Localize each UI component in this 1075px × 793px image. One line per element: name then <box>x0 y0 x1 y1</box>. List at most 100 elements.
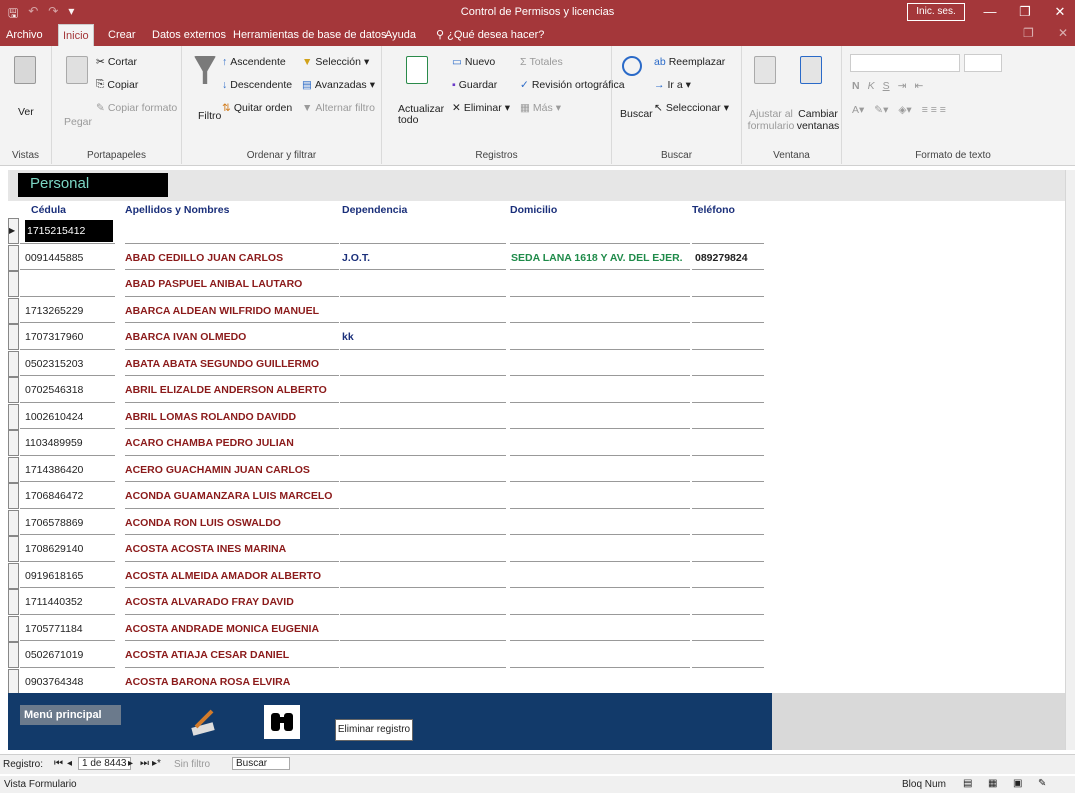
field-domicilio[interactable]: SEDA LANA 1618 Y AV. DEL EJER. <box>511 247 695 269</box>
field-nombres[interactable]: ACONDA GUAMANZARA LUIS MARCELO <box>125 485 337 507</box>
reemplazar-button[interactable]: ab Reemplazar <box>654 56 725 68</box>
last-record-icon[interactable]: ⏭ <box>140 758 149 769</box>
field-dependencia[interactable]: kk <box>342 326 502 348</box>
field-dependencia[interactable] <box>342 220 502 242</box>
eliminar-button[interactable]: ✕ Eliminar ▾ <box>452 102 510 114</box>
eliminar-registro-button[interactable]: Eliminar registro <box>335 719 413 741</box>
field-domicilio[interactable] <box>511 379 695 401</box>
quitar-orden-button[interactable]: ⇅ Quitar orden <box>222 102 292 114</box>
field-nombres[interactable]: ACOSTA BARONA ROSA ELVIRA <box>125 671 337 693</box>
edit-record-icon[interactable] <box>186 705 222 739</box>
field-cedula[interactable]: 1706846472 <box>25 485 113 507</box>
record-selector[interactable] <box>8 562 19 589</box>
tab-crear[interactable]: Crear <box>104 24 140 46</box>
record-row[interactable]: 1713265229 ABARCA ALDEAN WILFRIDO MANUEL <box>0 297 1075 325</box>
field-cedula[interactable]: 0702546318 <box>25 379 113 401</box>
record-row[interactable]: 1706846472 ACONDA GUAMANZARA LUIS MARCELO <box>0 483 1075 510</box>
field-telefono[interactable] <box>695 432 767 454</box>
next-record-icon[interactable]: ▸ <box>128 758 133 769</box>
form-view-icon[interactable]: ▤ <box>963 778 972 789</box>
descendente-button[interactable]: ↓ Descendente <box>222 79 292 91</box>
field-domicilio[interactable] <box>511 459 695 481</box>
close-button[interactable]: ✕ <box>1045 3 1075 21</box>
record-selector[interactable] <box>8 377 19 403</box>
italic-button[interactable]: K <box>868 80 875 92</box>
record-row[interactable]: 1103489959 ACARO CHAMBA PEDRO JULIAN <box>0 430 1075 457</box>
field-nombres[interactable]: ABRIL LOMAS ROLANDO DAVIDD <box>125 406 337 428</box>
maximize-button[interactable]: ❐ <box>1010 3 1040 21</box>
record-row[interactable]: 0702546318 ABRIL ELIZALDE ANDERSON ALBERT… <box>0 377 1075 404</box>
sign-in-button[interactable]: Inic. ses. <box>907 3 965 21</box>
field-telefono[interactable] <box>695 379 767 401</box>
field-telefono[interactable] <box>695 300 767 322</box>
field-cedula[interactable]: 1715215412 <box>25 220 113 242</box>
field-nombres[interactable]: ACARO CHAMBA PEDRO JULIAN <box>125 432 337 454</box>
field-cedula[interactable]: 1103489959 <box>25 432 113 454</box>
field-cedula[interactable]: 1711440352 <box>25 591 113 613</box>
cambiar-ventanas-button[interactable]: Cambiar ventanas <box>796 108 840 132</box>
field-dependencia[interactable] <box>342 459 502 481</box>
field-dependencia[interactable] <box>342 512 502 534</box>
tab-datos-externos[interactable]: Datos externos <box>148 24 230 46</box>
record-selector[interactable] <box>8 589 19 615</box>
field-telefono[interactable] <box>695 273 767 295</box>
tab-inicio[interactable]: Inicio <box>58 24 94 46</box>
copiar-button[interactable]: ⎘ Copiar <box>96 78 138 91</box>
field-domicilio[interactable] <box>511 644 695 666</box>
record-selector[interactable]: ▶ <box>8 218 19 244</box>
field-cedula[interactable]: 0903764348 <box>25 671 113 693</box>
field-domicilio[interactable] <box>511 565 695 587</box>
actualizar-button[interactable]: Actualizar todo <box>398 104 446 126</box>
field-domicilio[interactable] <box>511 538 695 560</box>
record-selector[interactable] <box>8 297 19 324</box>
field-dependencia[interactable] <box>342 485 502 507</box>
field-dependencia[interactable] <box>342 300 502 322</box>
new-record-nav-icon[interactable]: ▸* <box>152 758 161 769</box>
record-selector[interactable] <box>8 642 19 668</box>
record-row[interactable]: 0919618165 ACOSTA ALMEIDA AMADOR ALBERTO <box>0 562 1075 590</box>
record-row[interactable]: 0091445885 ABAD CEDILLO JUAN CARLOS J.O.T.… <box>0 244 1075 272</box>
bold-button[interactable]: N <box>852 80 860 92</box>
field-telefono[interactable] <box>695 512 767 534</box>
nuevo-button[interactable]: ▭ Nuevo <box>452 56 495 68</box>
record-row[interactable]: 1714386420 ACERO GUACHAMIN JUAN CARLOS <box>0 456 1075 484</box>
field-dependencia[interactable] <box>342 671 502 693</box>
field-nombres[interactable]: ACOSTA ACOSTA INES MARINA <box>125 538 337 560</box>
field-cedula[interactable]: 0502315203 <box>25 353 113 375</box>
field-telefono[interactable] <box>695 220 767 242</box>
avanzadas-button[interactable]: ▤ Avanzadas ▾ <box>302 79 375 91</box>
record-row[interactable]: 0502315203 ABATA ABATA SEGUNDO GUILLERMO <box>0 350 1075 378</box>
filter-status[interactable]: Sin filtro <box>174 759 210 770</box>
field-dependencia[interactable] <box>342 618 502 640</box>
cortar-button[interactable]: ✂ Cortar <box>96 56 137 68</box>
field-cedula[interactable]: 1002610424 <box>25 406 113 428</box>
highlight-icon[interactable]: ✎▾ <box>874 104 888 116</box>
record-selector[interactable] <box>8 271 19 297</box>
field-domicilio[interactable] <box>511 618 695 640</box>
field-domicilio[interactable] <box>511 273 695 295</box>
record-selector[interactable] <box>8 350 19 377</box>
tab-ayuda[interactable]: Ayuda <box>381 24 420 46</box>
previous-record-icon[interactable]: ◂ <box>67 758 72 769</box>
ascendente-button[interactable]: ↑ Ascendente <box>222 56 286 68</box>
field-cedula[interactable]: 1713265229 <box>25 300 113 322</box>
field-telefono[interactable] <box>695 644 767 666</box>
field-nombres[interactable]: ABAD PASPUEL ANIBAL LAUTARO <box>125 273 337 295</box>
field-nombres[interactable]: ABAD CEDILLO JUAN CARLOS <box>125 247 337 269</box>
record-row[interactable]: 1706578869 ACONDA RON LUIS OSWALDO <box>0 509 1075 537</box>
restore-icon[interactable]: ❐ <box>1023 26 1034 40</box>
record-row[interactable]: 1705771184 ACOSTA ANDRADE MONICA EUGENIA <box>0 615 1075 643</box>
record-selector[interactable] <box>8 324 19 350</box>
record-selector[interactable] <box>8 456 19 483</box>
design-view-icon[interactable]: ✎ <box>1038 778 1046 789</box>
field-cedula[interactable]: 1705771184 <box>25 618 113 640</box>
record-position-input[interactable]: 1 de 8443 <box>78 757 131 770</box>
record-selector[interactable] <box>8 244 19 271</box>
layout-view-icon[interactable]: ▣ <box>1013 778 1022 789</box>
minimize-button[interactable]: — <box>975 3 1005 21</box>
outdent-icon[interactable]: ⇤ <box>914 80 923 92</box>
record-row[interactable]: ▶ 1715215412 <box>0 218 1075 245</box>
record-selector[interactable] <box>8 483 19 509</box>
seleccion-button[interactable]: ▼ Selección ▾ <box>302 56 369 68</box>
field-domicilio[interactable] <box>511 220 695 242</box>
